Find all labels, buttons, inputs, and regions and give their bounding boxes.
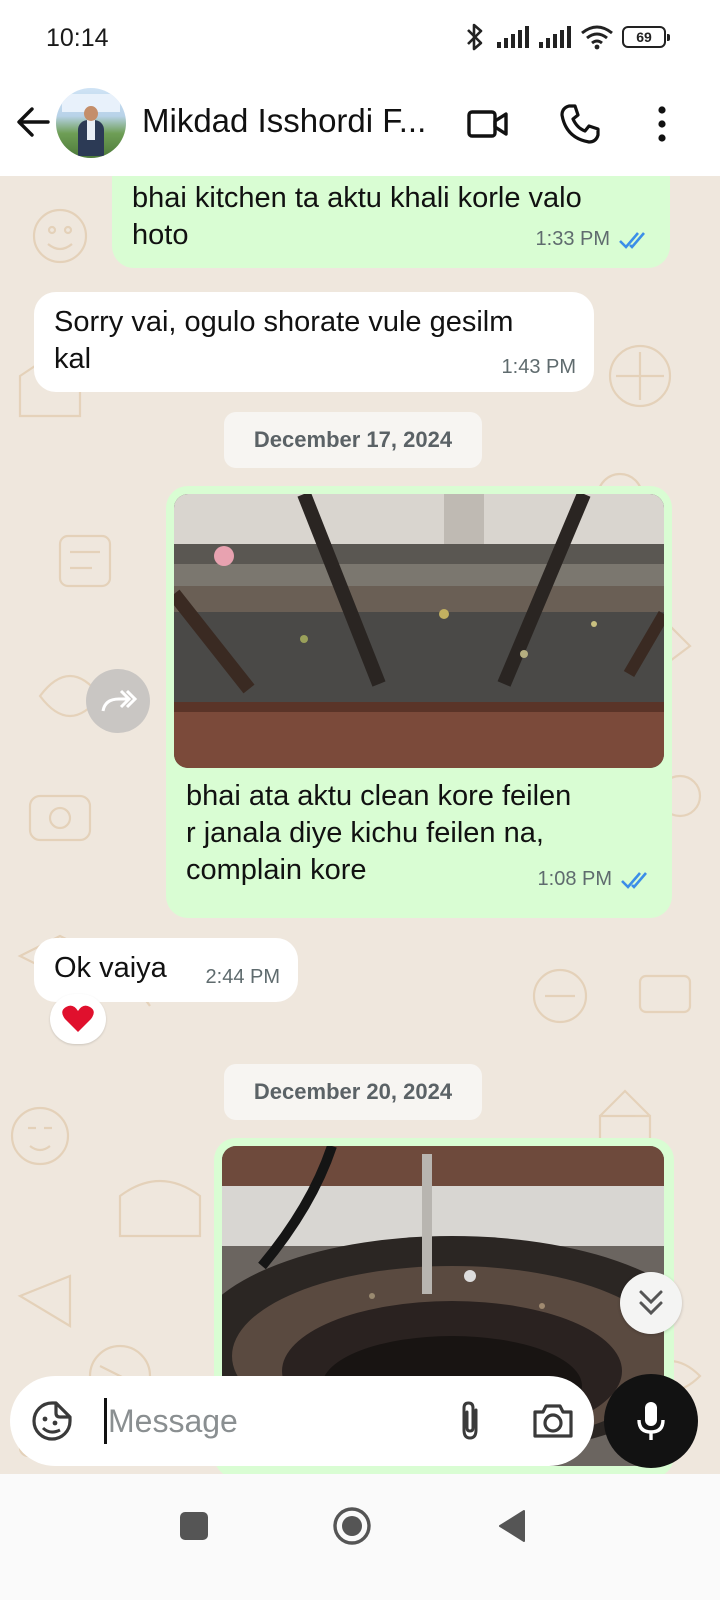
image-caption: r janala diye kichu feilen na, [186, 817, 544, 849]
home-button[interactable] [330, 1504, 374, 1548]
chat-area[interactable]: bhai kitchen ta aktu khali korle valo ho… [0, 176, 720, 1474]
signal-icon [497, 26, 529, 48]
message-bubble-incoming[interactable]: Ok vaiya 2:44 PM [34, 938, 298, 1002]
wifi-icon [581, 25, 613, 50]
forward-button[interactable] [86, 669, 150, 733]
status-icons: 69 [462, 22, 670, 52]
message-time: 1:08 PM [537, 868, 612, 890]
scroll-to-bottom-button[interactable] [620, 1272, 682, 1334]
image-caption: bhai ata aktu clean kore feilen [186, 780, 572, 812]
message-text: bhai kitchen ta aktu khali korle valo [132, 182, 582, 214]
triangle-back-icon [499, 1510, 525, 1542]
chat-header: Mikdad Isshordi F... [0, 78, 720, 176]
message-meta: 1:43 PM [502, 349, 576, 386]
status-time: 10:14 [46, 24, 109, 52]
message-text: Sorry vai, ogulo shorate vule gesilm [54, 306, 514, 338]
text-caret [104, 1398, 107, 1444]
message-photo[interactable] [174, 494, 664, 768]
signal-icon [539, 26, 571, 48]
message-time: 2:44 PM [205, 966, 280, 988]
image-message-outgoing[interactable]: bhai ata aktu clean kore feilen r janala… [166, 486, 672, 918]
home-circle-icon [333, 1507, 371, 1545]
double-chevron-down-icon [639, 1290, 663, 1316]
date-separator: December 17, 2024 [224, 412, 482, 468]
battery-level: 69 [636, 29, 652, 45]
message-input[interactable] [108, 1394, 428, 1448]
forward-icon [101, 689, 137, 712]
square-icon [180, 1512, 208, 1540]
status-bar: 10:14 69 [0, 0, 720, 78]
phone-icon[interactable] [556, 100, 604, 148]
message-text: kal [54, 343, 92, 375]
voice-message-button[interactable] [604, 1374, 698, 1468]
message-reaction[interactable] [50, 994, 106, 1044]
back-arrow-icon[interactable] [14, 102, 54, 142]
attach-icon[interactable] [448, 1398, 494, 1444]
message-bubble-incoming[interactable]: Sorry vai, ogulo shorate vule gesilm kal… [34, 292, 594, 392]
message-composer [10, 1376, 594, 1466]
back-button[interactable] [490, 1504, 534, 1548]
red-heart-icon [62, 1005, 94, 1032]
system-nav-bar [0, 1474, 720, 1600]
message-meta: 2:44 PM [206, 959, 280, 996]
message-time: 1:33 PM [535, 228, 610, 250]
message-time: 1:43 PM [501, 356, 576, 378]
sticker-icon[interactable] [30, 1399, 74, 1443]
date-separator: December 20, 2024 [224, 1064, 482, 1120]
microphone-icon [637, 1402, 665, 1440]
message-meta: 1:08 PM [538, 861, 654, 898]
more-options-icon[interactable] [638, 100, 686, 148]
video-call-icon[interactable] [464, 100, 512, 148]
image-caption: complain kore [186, 854, 367, 886]
read-receipt-icon [621, 871, 647, 889]
recents-button[interactable] [172, 1504, 216, 1548]
message-meta: 1:33 PM [536, 221, 652, 258]
contact-name[interactable]: Mikdad Isshordi F... [142, 102, 426, 140]
read-receipt-icon [619, 231, 645, 249]
avatar[interactable] [56, 88, 126, 158]
camera-icon[interactable] [530, 1398, 576, 1444]
message-bubble-outgoing[interactable]: bhai kitchen ta aktu khali korle valo ho… [112, 176, 670, 268]
battery-icon: 69 [622, 26, 670, 48]
bluetooth-icon [467, 23, 483, 51]
